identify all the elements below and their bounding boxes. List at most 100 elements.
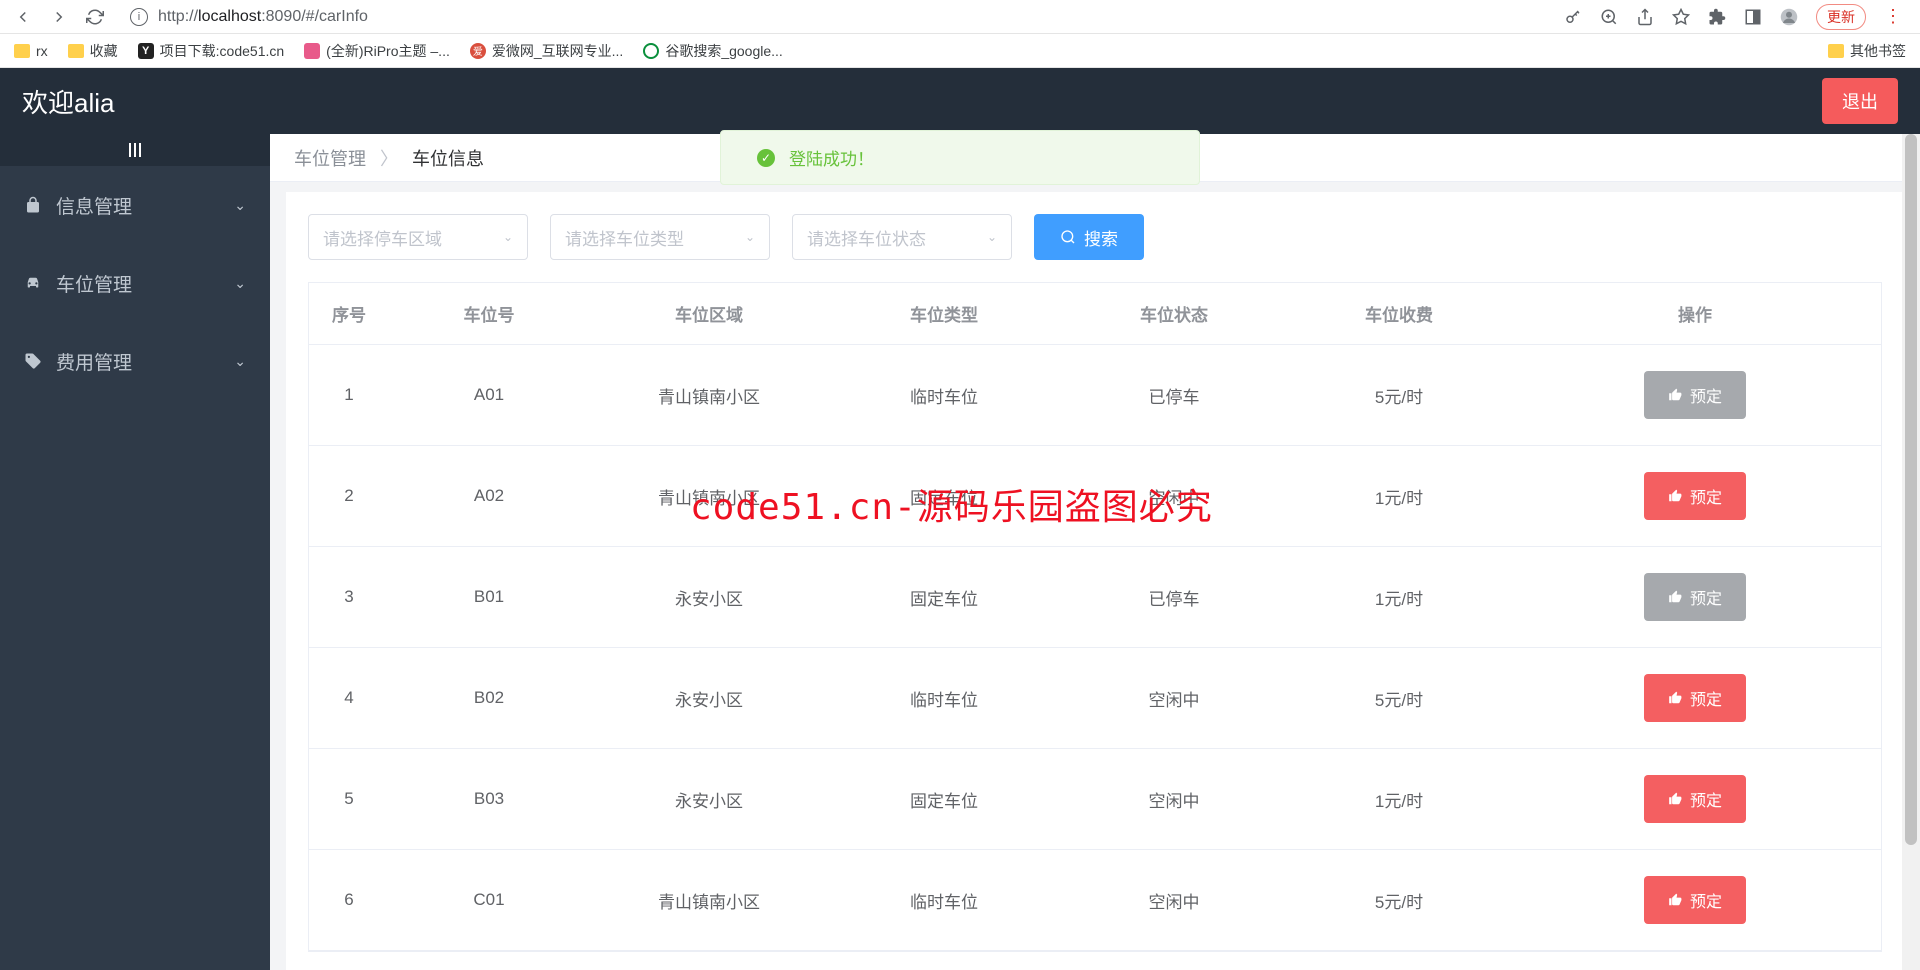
cell-status: 空闲中 bbox=[1059, 648, 1289, 748]
thumb-icon bbox=[1668, 893, 1682, 907]
reserve-button[interactable]: 预定 bbox=[1644, 674, 1746, 722]
select-area[interactable]: 请选择停车区域 ⌄ bbox=[308, 214, 528, 260]
tag-icon bbox=[24, 352, 42, 370]
cell-status: 已停车 bbox=[1059, 547, 1289, 647]
cell-num: B03 bbox=[389, 749, 589, 849]
lock-icon bbox=[24, 196, 42, 214]
info-icon[interactable]: i bbox=[130, 8, 148, 26]
cell-idx: 3 bbox=[309, 547, 389, 647]
cell-action: 预定 bbox=[1509, 345, 1881, 445]
reserve-button[interactable]: 预定 bbox=[1644, 775, 1746, 823]
zoom-icon[interactable] bbox=[1600, 8, 1618, 26]
browser-address-bar: i http://localhost:8090/#/carInfo 更新 ⋮ bbox=[0, 0, 1920, 34]
key-icon[interactable] bbox=[1564, 8, 1582, 26]
cell-area: 青山镇南小区 bbox=[589, 345, 829, 445]
cell-idx: 1 bbox=[309, 345, 389, 445]
menu-dots-icon[interactable]: ⋮ bbox=[1884, 6, 1902, 27]
th-num: 车位号 bbox=[389, 283, 589, 344]
star-icon[interactable] bbox=[1672, 8, 1690, 26]
chevron-down-icon: ⌄ bbox=[987, 230, 997, 244]
cell-type: 临时车位 bbox=[829, 345, 1059, 445]
reload-icon[interactable] bbox=[86, 8, 104, 26]
reserve-button[interactable]: 预定 bbox=[1644, 876, 1746, 924]
breadcrumb-current: 车位信息 bbox=[412, 145, 484, 171]
cell-type: 固定车位 bbox=[829, 547, 1059, 647]
cell-status: 已停车 bbox=[1059, 345, 1289, 445]
select-placeholder: 请选择停车区域 bbox=[323, 225, 442, 250]
forward-icon[interactable] bbox=[50, 8, 68, 26]
cell-status: 空闲中 bbox=[1059, 446, 1289, 546]
bookmarks-bar: rx 收藏 Y项目下载:code51.cn (全新)RiPro主题 –... 爱… bbox=[0, 34, 1920, 68]
update-button[interactable]: 更新 bbox=[1816, 4, 1866, 30]
sidebar-item-fee[interactable]: 费用管理 ⌄ bbox=[0, 322, 270, 400]
th-type: 车位类型 bbox=[829, 283, 1059, 344]
cell-area: 永安小区 bbox=[589, 547, 829, 647]
cell-num: A02 bbox=[389, 446, 589, 546]
panel-icon[interactable] bbox=[1744, 8, 1762, 26]
cell-area: 永安小区 bbox=[589, 749, 829, 849]
cell-fee: 5元/时 bbox=[1289, 345, 1509, 445]
cell-fee: 1元/时 bbox=[1289, 446, 1509, 546]
car-icon bbox=[24, 274, 42, 292]
bookmark-aiwei[interactable]: 爱爱微网_互联网专业... bbox=[470, 41, 623, 61]
thumb-icon bbox=[1668, 691, 1682, 705]
cell-num: B01 bbox=[389, 547, 589, 647]
table-row: 5 B03 永安小区 固定车位 空闲中 1元/时 预定 bbox=[309, 749, 1881, 850]
bookmark-rx[interactable]: rx bbox=[14, 43, 48, 59]
url-bar[interactable]: i http://localhost:8090/#/carInfo bbox=[120, 8, 1554, 26]
collapse-icon bbox=[129, 143, 141, 157]
th-idx: 序号 bbox=[309, 283, 389, 344]
cell-type: 临时车位 bbox=[829, 850, 1059, 950]
select-type[interactable]: 请选择车位类型 ⌄ bbox=[550, 214, 770, 260]
reserve-button[interactable]: 预定 bbox=[1644, 472, 1746, 520]
app-header: 欢迎alia 退出 bbox=[0, 68, 1920, 134]
cell-num: B02 bbox=[389, 648, 589, 748]
cell-idx: 6 bbox=[309, 850, 389, 950]
cell-action: 预定 bbox=[1509, 547, 1881, 647]
content-card: 请选择停车区域 ⌄ 请选择车位类型 ⌄ 请选择车位状态 ⌄ 搜索 bbox=[286, 192, 1904, 970]
sidebar: 信息管理 ⌄ 车位管理 ⌄ 费用管理 ⌄ bbox=[0, 134, 270, 970]
select-placeholder: 请选择车位类型 bbox=[565, 225, 684, 250]
parking-table: 序号 车位号 车位区域 车位类型 车位状态 车位收费 操作 1 A01 青山镇南… bbox=[308, 282, 1882, 952]
bookmark-other[interactable]: 其他书签 bbox=[1828, 41, 1906, 61]
back-icon[interactable] bbox=[14, 8, 32, 26]
search-button[interactable]: 搜索 bbox=[1034, 214, 1144, 260]
logout-button[interactable]: 退出 bbox=[1822, 78, 1898, 124]
breadcrumb-root[interactable]: 车位管理 bbox=[294, 145, 366, 171]
bookmark-ripro[interactable]: (全新)RiPro主题 –... bbox=[304, 41, 450, 61]
share-icon[interactable] bbox=[1636, 8, 1654, 26]
sidebar-toggle[interactable] bbox=[0, 134, 270, 166]
sidebar-item-label: 信息管理 bbox=[56, 192, 132, 219]
scrollbar-thumb[interactable] bbox=[1905, 134, 1917, 845]
select-placeholder: 请选择车位状态 bbox=[807, 225, 926, 250]
cell-action: 预定 bbox=[1509, 446, 1881, 546]
filter-bar: 请选择停车区域 ⌄ 请选择车位类型 ⌄ 请选择车位状态 ⌄ 搜索 bbox=[308, 214, 1882, 260]
profile-icon[interactable] bbox=[1780, 8, 1798, 26]
th-action: 操作 bbox=[1509, 283, 1881, 344]
bookmark-google[interactable]: 谷歌搜索_google... bbox=[643, 41, 783, 61]
cell-num: A01 bbox=[389, 345, 589, 445]
sidebar-item-parking[interactable]: 车位管理 ⌄ bbox=[0, 244, 270, 322]
scrollbar-track[interactable] bbox=[1902, 134, 1920, 970]
cell-type: 固定车位 bbox=[829, 749, 1059, 849]
table-row: 6 C01 青山镇南小区 临时车位 空闲中 5元/时 预定 bbox=[309, 850, 1881, 951]
cell-status: 空闲中 bbox=[1059, 850, 1289, 950]
chevron-down-icon: ⌄ bbox=[234, 275, 246, 292]
bookmark-favorites[interactable]: 收藏 bbox=[68, 41, 118, 61]
thumb-icon bbox=[1668, 388, 1682, 402]
cell-idx: 5 bbox=[309, 749, 389, 849]
bookmark-project[interactable]: Y项目下载:code51.cn bbox=[138, 41, 285, 61]
th-area: 车位区域 bbox=[589, 283, 829, 344]
reserve-button: 预定 bbox=[1644, 573, 1746, 621]
cell-status: 空闲中 bbox=[1059, 749, 1289, 849]
cell-action: 预定 bbox=[1509, 648, 1881, 748]
cell-action: 预定 bbox=[1509, 749, 1881, 849]
puzzle-icon[interactable] bbox=[1708, 8, 1726, 26]
sidebar-item-info[interactable]: 信息管理 ⌄ bbox=[0, 166, 270, 244]
thumb-icon bbox=[1668, 590, 1682, 604]
welcome-text: 欢迎alia bbox=[22, 83, 114, 120]
chevron-down-icon: ⌄ bbox=[745, 230, 755, 244]
chevron-down-icon: ⌄ bbox=[234, 197, 246, 214]
select-status[interactable]: 请选择车位状态 ⌄ bbox=[792, 214, 1012, 260]
cell-area: 青山镇南小区 bbox=[589, 850, 829, 950]
